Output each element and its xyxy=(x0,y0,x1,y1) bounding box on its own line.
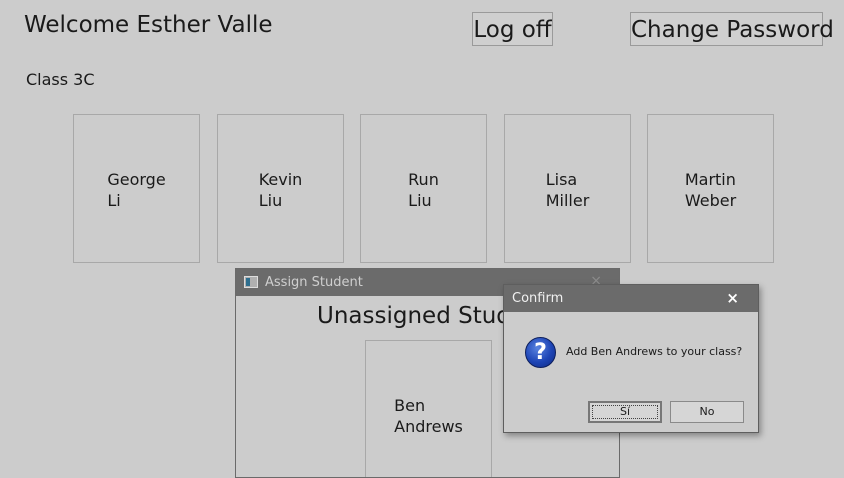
student-name: Ben Andrews xyxy=(366,395,491,437)
student-name: Martin Weber xyxy=(648,169,773,211)
student-last-name: Liu xyxy=(408,191,432,210)
close-icon[interactable]: × xyxy=(726,289,739,307)
welcome-title: Welcome Esther Valle xyxy=(24,12,273,38)
student-last-name: Andrews xyxy=(394,417,463,436)
student-name: Kevin Liu xyxy=(218,169,343,211)
student-name: Lisa Miller xyxy=(505,169,630,211)
app-icon xyxy=(244,276,258,288)
student-last-name: Miller xyxy=(545,191,590,210)
student-first-name: Ben xyxy=(394,396,426,415)
change-password-button[interactable]: Change Password xyxy=(630,12,834,46)
student-last-name: Liu xyxy=(258,191,283,210)
confirm-dialog: Confirm × ? Add Ben Andrews to your clas… xyxy=(503,284,759,433)
question-icon: ? xyxy=(525,337,556,368)
student-first-name: Kevin xyxy=(258,170,303,189)
confirm-message: Add Ben Andrews to your class? xyxy=(566,345,743,358)
yes-button[interactable]: Sí xyxy=(588,401,662,423)
student-first-name: Run xyxy=(408,170,439,189)
student-first-name: Lisa xyxy=(545,170,578,189)
student-name: Run Liu xyxy=(361,169,486,211)
class-label: Class 3C xyxy=(26,70,95,89)
no-button[interactable]: No xyxy=(670,401,744,423)
log-off-button[interactable]: Log off xyxy=(472,12,553,46)
student-first-name: Martin xyxy=(684,170,736,189)
student-card[interactable]: Run Liu xyxy=(360,114,487,263)
student-last-name: Weber xyxy=(684,191,737,210)
unassigned-student-card[interactable]: Ben Andrews xyxy=(365,340,492,477)
student-card[interactable]: George Li xyxy=(73,114,200,263)
student-name: George Li xyxy=(74,169,199,211)
student-first-name: George xyxy=(107,170,166,189)
student-card[interactable]: Lisa Miller xyxy=(504,114,631,263)
student-last-name: Li xyxy=(107,191,121,210)
window-title: Assign Student xyxy=(265,275,363,290)
dialog-title: Confirm xyxy=(512,291,564,306)
student-card[interactable]: Kevin Liu xyxy=(217,114,344,263)
confirm-titlebar[interactable]: Confirm × xyxy=(504,285,758,312)
student-card[interactable]: Martin Weber xyxy=(647,114,774,263)
